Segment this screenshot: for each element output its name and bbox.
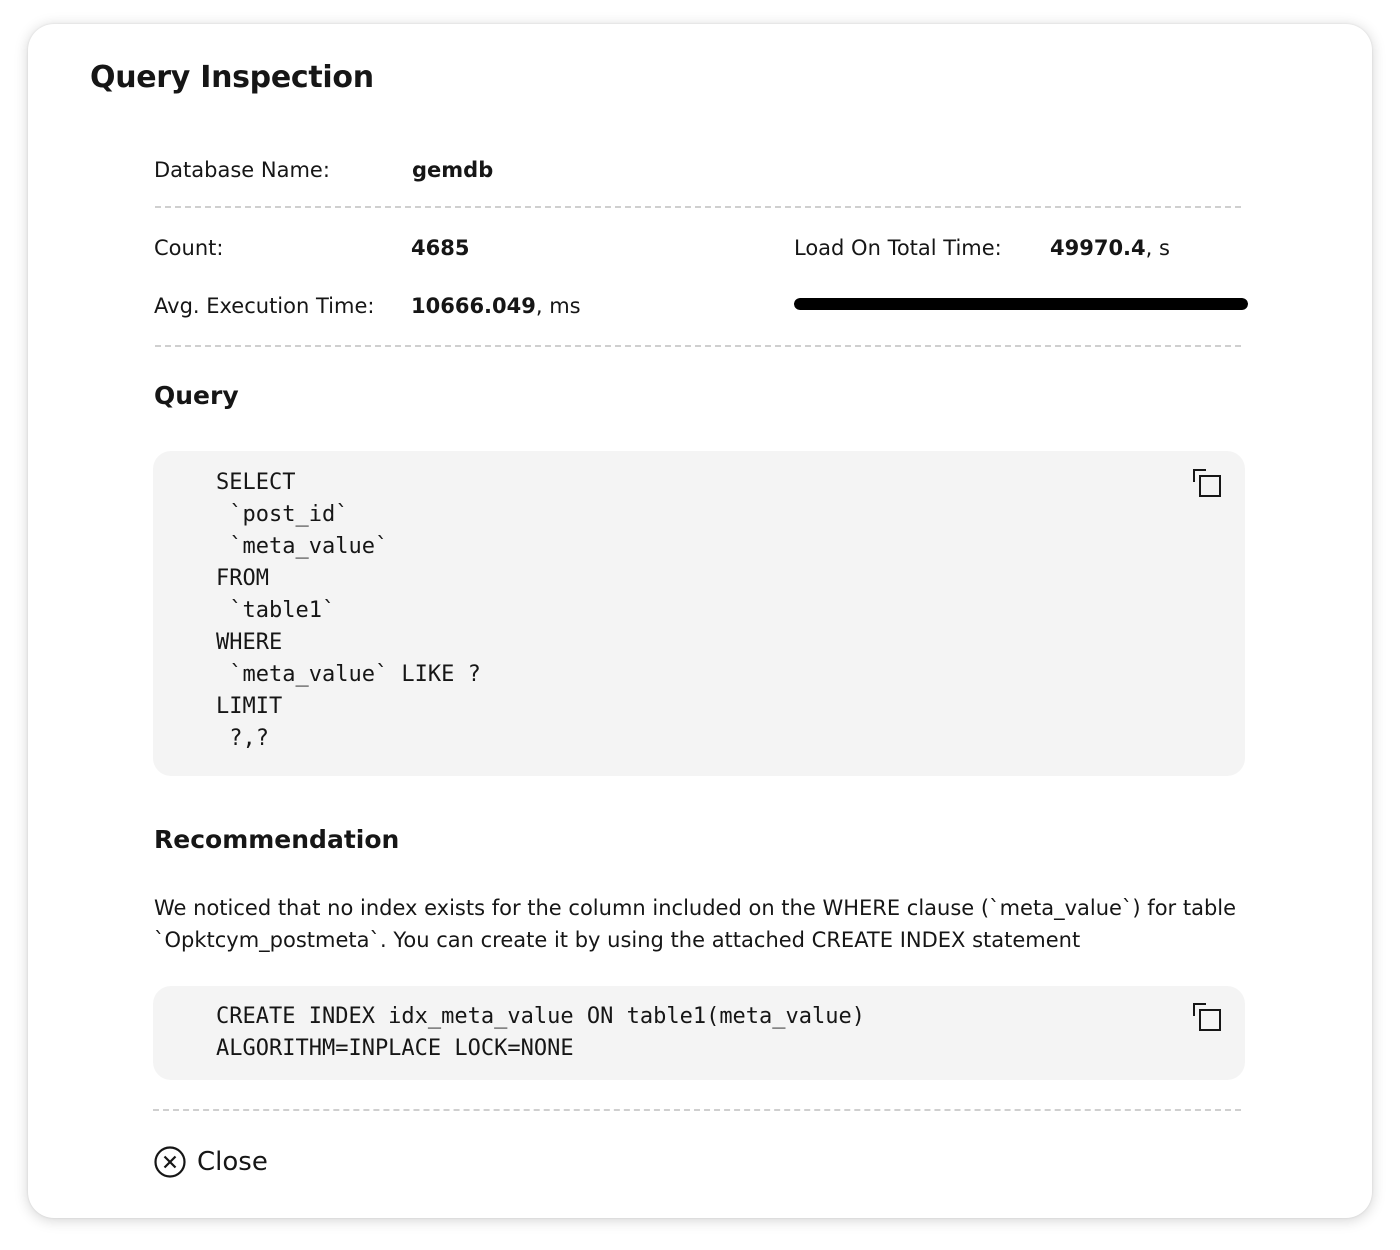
load-total-time-label: Load On Total Time: (794, 236, 1002, 260)
database-name-text: gemdb (412, 158, 494, 182)
dialog-title: Query Inspection (90, 60, 374, 95)
divider (155, 345, 1241, 347)
recommendation-code-block: CREATE INDEX idx_meta_value ON table1(me… (153, 986, 1245, 1080)
copy-icon[interactable] (1191, 467, 1223, 499)
database-name-label: Database Name: (154, 158, 330, 182)
close-label: Close (197, 1147, 268, 1177)
count-label: Count: (154, 236, 224, 260)
copy-icon-graphic (1193, 1003, 1221, 1031)
close-circle-icon (154, 1146, 186, 1178)
divider (155, 206, 1241, 208)
recommendation-heading: Recommendation (154, 825, 400, 854)
query-heading: Query (154, 381, 239, 410)
load-progress-bar (794, 298, 1248, 310)
count-number: 4685 (411, 236, 470, 260)
copy-icon[interactable] (1191, 1001, 1223, 1033)
avg-execution-time-unit: , ms (535, 294, 581, 318)
close-button[interactable]: Close (153, 1142, 268, 1182)
avg-execution-time-number: 10666.049 (411, 294, 536, 318)
load-total-time-number: 49970.4 (1050, 236, 1146, 260)
copy-icon-graphic (1193, 469, 1221, 497)
recommendation-code-text: CREATE INDEX idx_meta_value ON table1(me… (216, 1004, 866, 1061)
query-inspection-dialog: Query Inspection Database Name: gemdb Co… (28, 24, 1372, 1218)
divider (153, 1109, 1241, 1111)
load-total-time-value: 49970.4, s (1050, 234, 1170, 262)
query-code-block: SELECT `post_id` `meta_value` FROM `tabl… (153, 451, 1245, 776)
count-value: 4685 (411, 234, 469, 262)
recommendation-description: We noticed that no index exists for the … (154, 896, 1237, 952)
load-progress-fill (794, 298, 1248, 310)
database-name-value: gemdb (412, 156, 493, 184)
load-total-time-unit: , s (1145, 236, 1170, 260)
query-code-text: SELECT `post_id` `meta_value` FROM `tabl… (216, 470, 481, 751)
avg-execution-time-label: Avg. Execution Time: (154, 294, 375, 318)
avg-execution-time-value: 10666.049, ms (411, 292, 581, 320)
